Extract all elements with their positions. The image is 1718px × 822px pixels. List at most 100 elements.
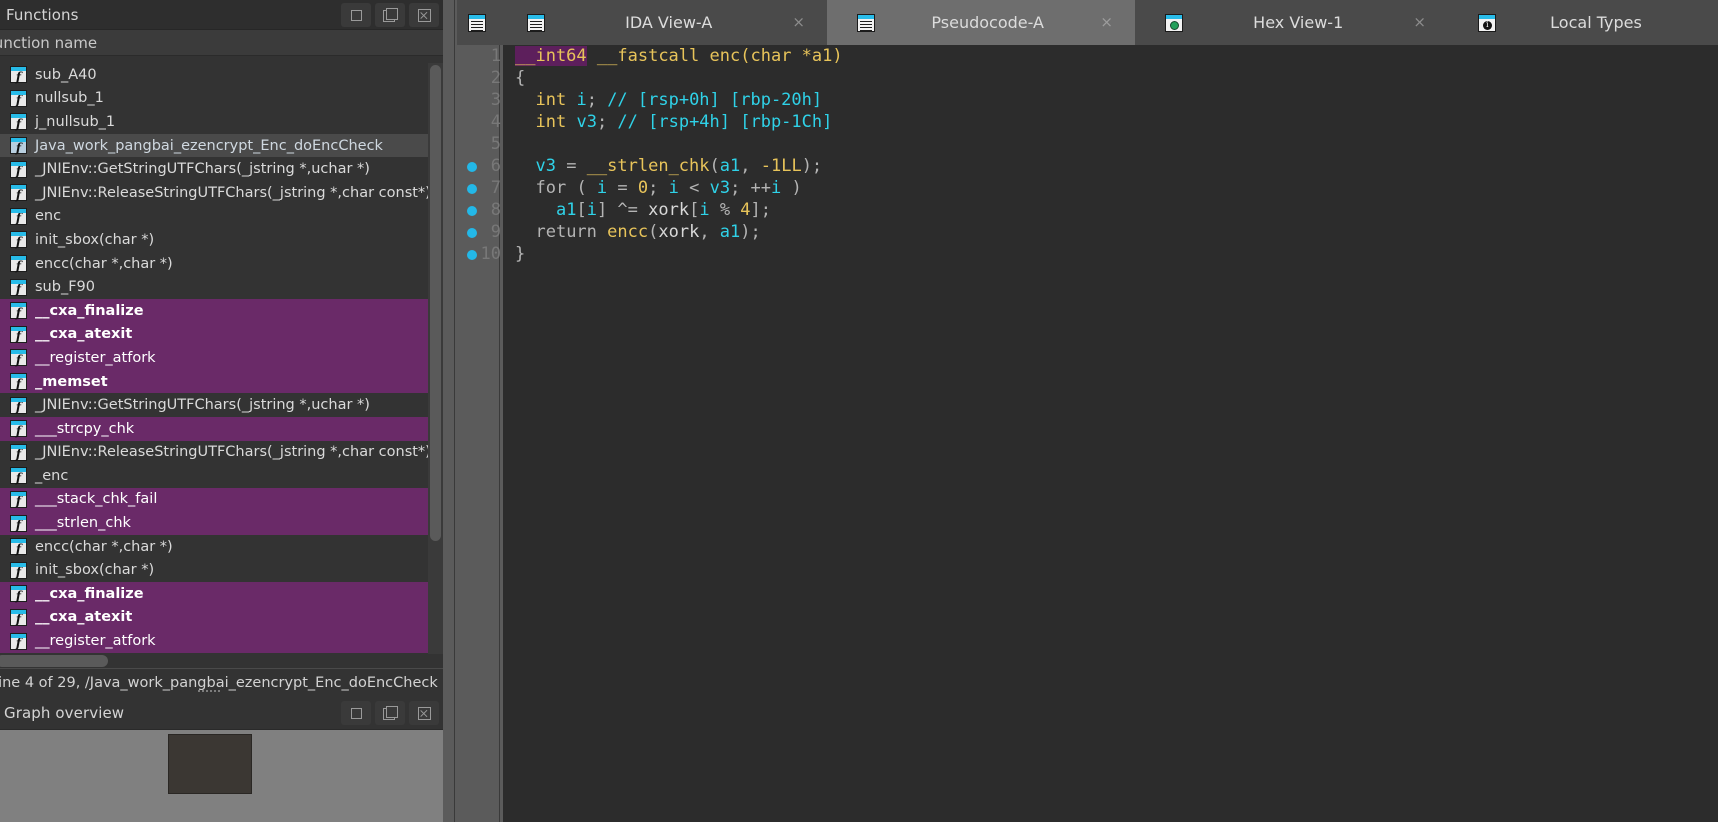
close-button[interactable] xyxy=(409,701,439,725)
code-token: int xyxy=(535,90,566,110)
function-icon: f xyxy=(10,255,27,272)
code-token: v3 xyxy=(710,178,730,198)
pseudocode-text[interactable]: 1__int64 __fastcall enc(char *a1)2{3 int… xyxy=(503,45,1718,822)
function-list-row[interactable]: fencc(char *,char *) xyxy=(0,252,428,276)
function-name-column-header[interactable]: Function name xyxy=(0,30,443,56)
local-types-icon xyxy=(1478,14,1496,32)
restore-button[interactable] xyxy=(341,701,371,725)
line-number: 1 xyxy=(475,45,501,67)
function-list-row[interactable]: finit_sbox(char *) xyxy=(0,228,428,252)
scrollbar-thumb[interactable] xyxy=(0,655,108,667)
functions-panel-title: Functions xyxy=(0,6,79,24)
code-token: ( xyxy=(710,156,720,176)
graph-overview-titlebar: Graph overview xyxy=(0,697,443,729)
function-list-row[interactable]: f__cxa_finalize xyxy=(0,299,428,323)
function-list-row[interactable]: f__register_atfork xyxy=(0,346,428,370)
tab-hex-view-1[interactable]: Hex View-1× xyxy=(1135,0,1448,45)
code-token: } xyxy=(515,244,525,264)
function-list-row[interactable]: f__cxa_finalize xyxy=(0,582,428,606)
function-list-row[interactable]: fnullsub_1 xyxy=(0,87,428,111)
function-list-row[interactable]: fsub_A40 xyxy=(0,63,428,87)
code-token: ); xyxy=(802,156,822,176)
function-list-row[interactable]: f__cxa_atexit xyxy=(0,606,428,630)
tab-close-icon[interactable]: × xyxy=(792,15,805,30)
function-list-horizontal-scrollbar[interactable] xyxy=(0,654,443,668)
function-list-row[interactable]: fj_nullsub_1 xyxy=(0,110,428,134)
code-line[interactable]: 6 v3 = __strlen_chk(a1, -1LL); xyxy=(503,155,1718,177)
tab-pseudocode-a[interactable]: Pseudocode-A× xyxy=(827,0,1135,45)
function-list-row[interactable]: f_JNIEnv::GetStringUTFChars(_jstring *,u… xyxy=(0,393,428,417)
function-list-row[interactable]: finit_sbox(char *) xyxy=(0,558,428,582)
code-line[interactable]: 9 return encc(xork, a1); xyxy=(503,221,1718,243)
function-list-row[interactable]: f_memset xyxy=(0,370,428,394)
horizontal-splitter-grip[interactable] xyxy=(198,690,220,692)
code-line[interactable]: 3 int i; // [rsp+0h] [rbp-20h] xyxy=(503,89,1718,111)
function-name-label: ___strlen_chk xyxy=(35,515,131,531)
function-list-row[interactable]: fencc(char *,char *) xyxy=(0,535,428,559)
function-icon: f xyxy=(10,349,27,366)
tabstrip-leading-icon[interactable] xyxy=(457,0,497,45)
code-line[interactable]: 5 xyxy=(503,133,1718,155)
code-token: i xyxy=(699,200,709,220)
code-line[interactable]: 10} xyxy=(503,243,1718,265)
dock-button[interactable] xyxy=(375,3,405,27)
function-list-row[interactable]: f___stack_chk_fail xyxy=(0,488,428,512)
hex-view-icon xyxy=(1165,14,1183,32)
function-name-label: __cxa_finalize xyxy=(35,303,144,319)
function-list-row[interactable]: f___strcpy_chk xyxy=(0,417,428,441)
function-icon: f xyxy=(10,538,27,555)
close-button[interactable] xyxy=(409,3,439,27)
view-tabstrip: IDA View-A×Pseudocode-A×Hex View-1×Local… xyxy=(457,0,1718,45)
function-list-row[interactable]: f__cxa_atexit xyxy=(0,323,428,347)
code-token: [ xyxy=(576,200,586,220)
function-list-viewport[interactable]: fsub_A40fnullsub_1fj_nullsub_1fJava_work… xyxy=(0,63,428,654)
code-line[interactable]: 4 int v3; // [rsp+4h] [rbp-1Ch] xyxy=(503,111,1718,133)
code-token: i xyxy=(771,178,781,198)
function-icon: f xyxy=(10,420,27,437)
graph-overview-canvas[interactable] xyxy=(0,729,443,822)
hex-view-icon xyxy=(1165,14,1183,32)
function-list-row[interactable]: f_enc xyxy=(0,464,428,488)
code-line[interactable]: 8 a1[i] ^= xork[i % 4]; xyxy=(503,199,1718,221)
line-number: 5 xyxy=(475,133,501,155)
function-list-vertical-scrollbar[interactable] xyxy=(428,63,443,654)
tab-local-types[interactable]: Local Types xyxy=(1448,0,1718,45)
dock-button[interactable] xyxy=(375,701,405,725)
code-token: // [rsp+0h] [rbp-20h] xyxy=(607,90,822,110)
code-text: a1[i] ^= xork[i % 4]; xyxy=(515,199,771,221)
function-icon: f xyxy=(10,397,27,414)
graph-overview-title: Graph overview xyxy=(0,704,124,722)
function-list-row[interactable]: f___strlen_chk xyxy=(0,511,428,535)
code-token: < xyxy=(679,178,710,198)
code-line[interactable]: 1__int64 __fastcall enc(char *a1) xyxy=(503,45,1718,67)
function-name-label: sub_F90 xyxy=(35,279,95,295)
tab-close-icon[interactable]: × xyxy=(1413,15,1426,30)
line-number: 3 xyxy=(475,89,501,111)
function-list-row[interactable]: fenc xyxy=(0,205,428,229)
code-token: xork xyxy=(658,222,699,242)
function-list-row[interactable]: fJava_work_pangbai_ezencrypt_Enc_doEncCh… xyxy=(0,134,428,158)
scrollbar-thumb[interactable] xyxy=(430,65,441,541)
function-icon: f xyxy=(10,444,27,461)
function-name-label: enc xyxy=(35,208,61,224)
vertical-splitter[interactable] xyxy=(443,0,457,822)
function-list-row[interactable]: f_JNIEnv::ReleaseStringUTFChars(_jstring… xyxy=(0,441,428,465)
function-icon: f xyxy=(10,208,27,225)
function-list-row[interactable]: f_JNIEnv::ReleaseStringUTFChars(_jstring… xyxy=(0,181,428,205)
dock-icon xyxy=(383,706,397,720)
code-line[interactable]: 7 for ( i = 0; i < v3; ++i ) xyxy=(503,177,1718,199)
code-token: i xyxy=(587,200,597,220)
function-list-row[interactable]: f__register_atfork xyxy=(0,629,428,653)
code-token: ) xyxy=(781,178,801,198)
code-token: -1LL xyxy=(761,156,802,176)
code-text: v3 = __strlen_chk(a1, -1LL); xyxy=(515,155,822,177)
function-list-row[interactable]: fsub_F90 xyxy=(0,275,428,299)
function-list-row[interactable]: f_JNIEnv::GetStringUTFChars(_jstring *,u… xyxy=(0,157,428,181)
code-line[interactable]: 2{ xyxy=(503,67,1718,89)
pseudocode-editor[interactable]: 1__int64 __fastcall enc(char *a1)2{3 int… xyxy=(457,45,1718,822)
tab-ida-view-a[interactable]: IDA View-A× xyxy=(497,0,827,45)
graph-node[interactable] xyxy=(168,734,252,794)
tab-close-icon[interactable]: × xyxy=(1100,15,1113,30)
code-token: ]; xyxy=(751,200,771,220)
restore-button[interactable] xyxy=(341,3,371,27)
